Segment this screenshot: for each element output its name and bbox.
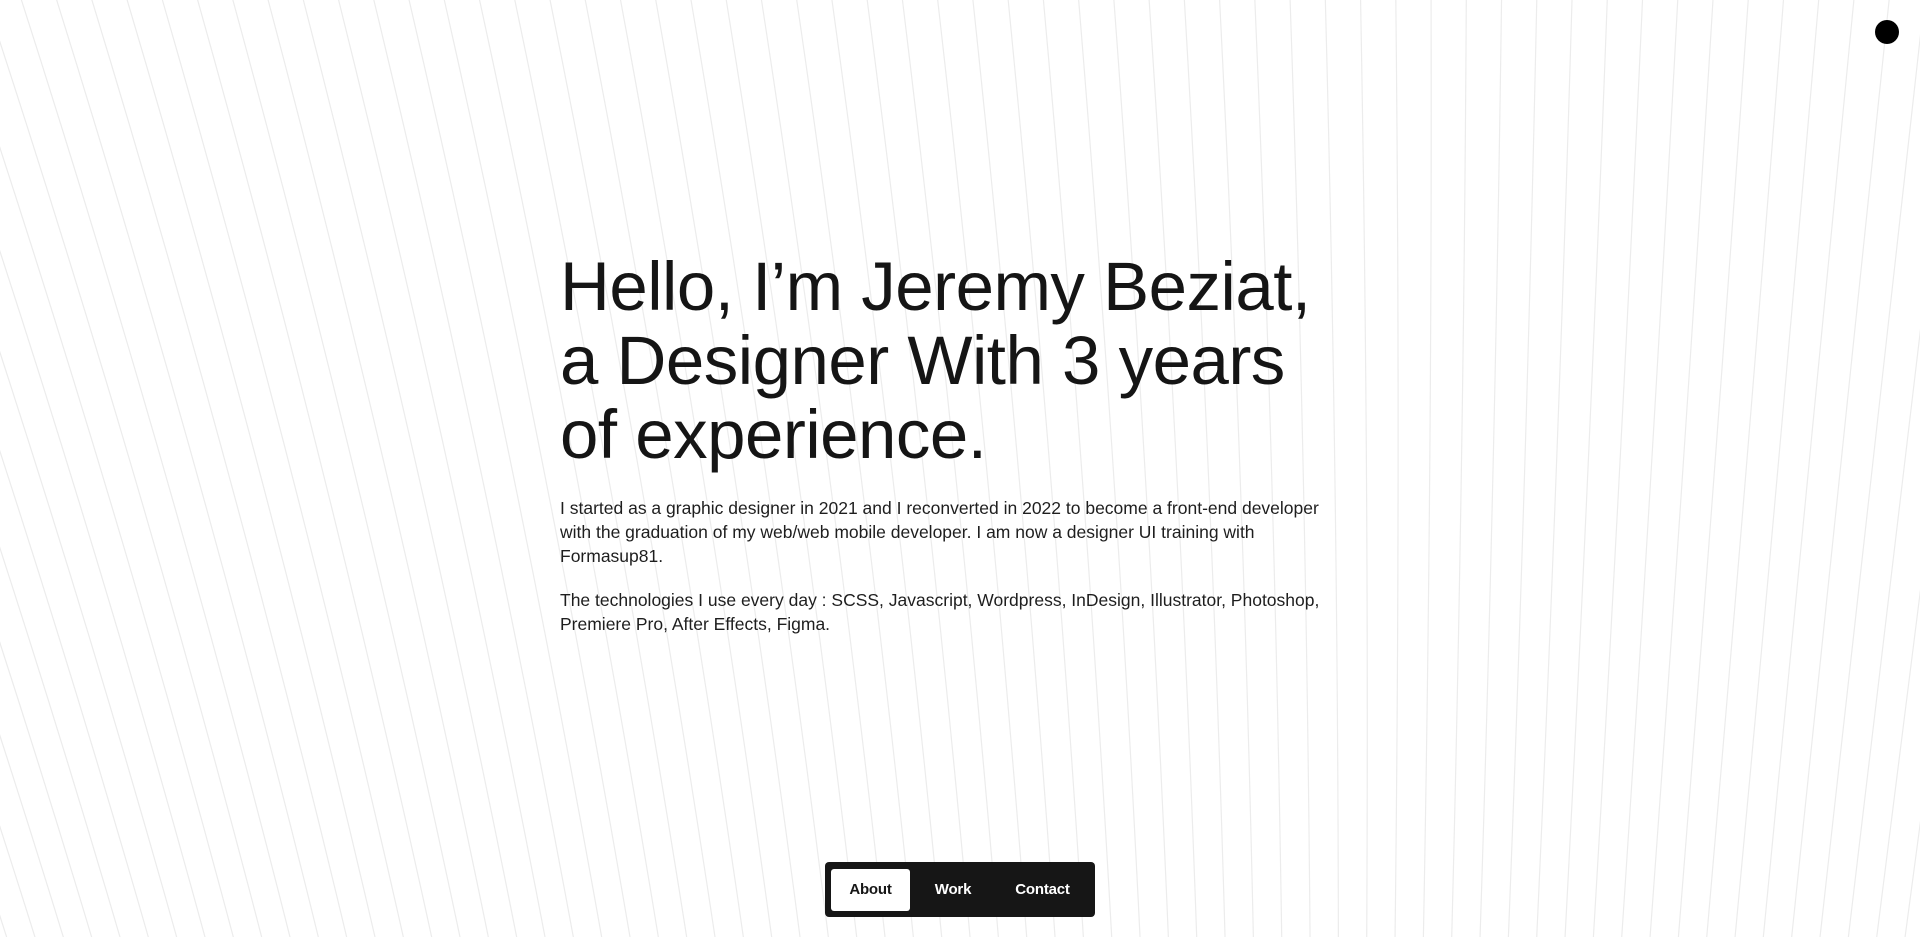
background-line: [1536, 0, 1573, 937]
background-line: [1592, 0, 1644, 937]
hero-headline: Hello, I’m Jeremy Beziat, a Designer Wit…: [560, 250, 1360, 472]
background-line: [0, 825, 36, 937]
background-line: [267, 0, 489, 937]
background-line: [0, 734, 64, 937]
background-line: [197, 0, 433, 937]
background-line: [302, 0, 518, 937]
background-line: [161, 0, 404, 937]
background-line: [1621, 0, 1679, 937]
background-line: [20, 0, 291, 937]
nav-item-about[interactable]: About: [831, 868, 910, 911]
background-line: [56, 0, 319, 937]
background-line: [1876, 591, 1920, 937]
background-line: [1904, 821, 1920, 937]
intro-paragraph: I started as a graphic designer in 2021 …: [560, 498, 1319, 566]
headline-line: Hello, I’m Jeremy Beziat,: [560, 248, 1311, 325]
background-line: [1507, 0, 1538, 937]
cursor-dot-icon: [1875, 20, 1899, 44]
background-line: [0, 641, 93, 937]
headline-line: of experience.: [560, 396, 987, 473]
background-line: [1359, 0, 1368, 937]
background-line: [1677, 0, 1749, 937]
technologies-paragraph: The technologies I use every day : SCSS,…: [560, 590, 1320, 634]
background-line: [0, 914, 8, 937]
background-line: [1422, 0, 1432, 937]
page: Hello, I’m Jeremy Beziat, a Designer Wit…: [0, 0, 1920, 937]
background-line: [1819, 35, 1920, 937]
headline-line: a Designer With 3 years: [560, 322, 1285, 399]
background-line: [1479, 0, 1503, 937]
nav-item-work[interactable]: Work: [910, 869, 996, 911]
background-line: [1762, 0, 1855, 937]
hero-section: Hello, I’m Jeremy Beziat, a Designer Wit…: [560, 250, 1360, 636]
background-line: [1706, 0, 1785, 937]
background-line: [126, 0, 376, 937]
bottom-navigation: About Work Contact: [825, 862, 1095, 917]
background-line: [91, 0, 348, 937]
background-line: [1649, 0, 1714, 937]
background-line: [232, 0, 461, 937]
background-line: [0, 449, 149, 937]
background-line: [1451, 0, 1467, 937]
background-line: [1394, 0, 1399, 937]
background-line: [0, 350, 178, 937]
nav-item-contact[interactable]: Contact: [996, 869, 1089, 911]
